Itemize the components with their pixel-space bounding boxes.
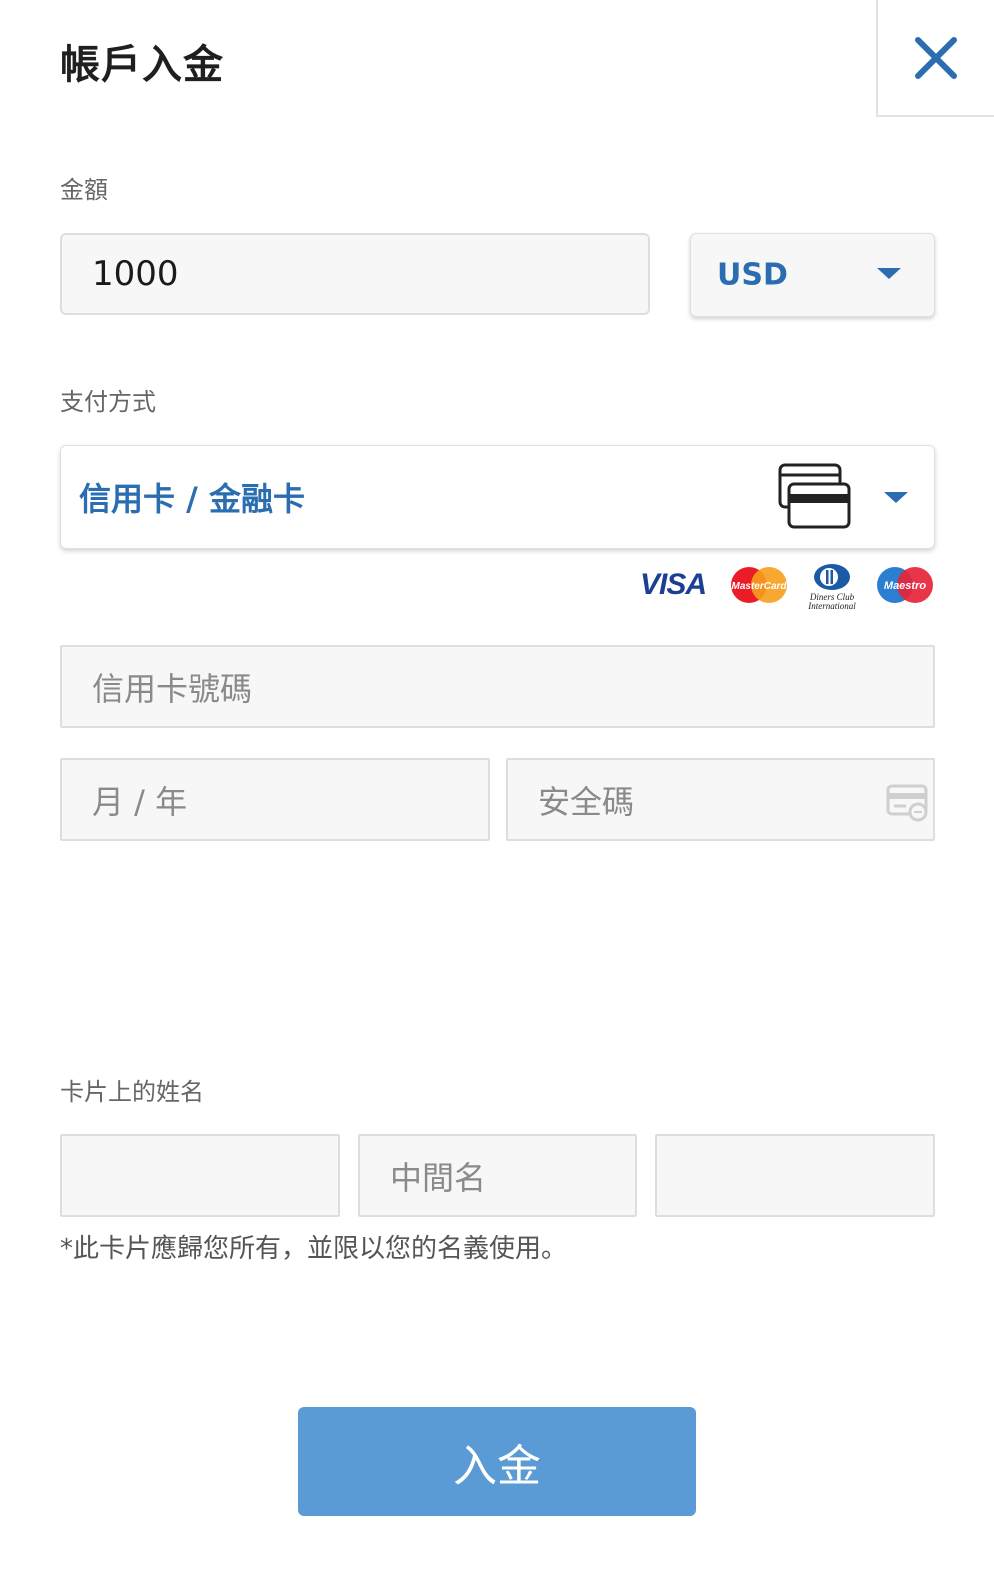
amount-input[interactable]: 1000 xyxy=(60,233,650,315)
amount-value: 1000 xyxy=(92,254,179,294)
name-on-card-label: 卡片上的姓名 xyxy=(60,1078,204,1106)
payment-method-label: 支付方式 xyxy=(60,388,156,416)
middle-name-placeholder: 中間名 xyxy=(390,1158,487,1197)
page-title: 帳戶入金 xyxy=(60,42,224,88)
svg-text:International: International xyxy=(807,601,856,611)
close-icon xyxy=(915,36,957,79)
maestro-text: Maestro xyxy=(884,580,926,592)
cvv-input[interactable]: 安全碼 xyxy=(506,758,935,841)
mastercard-logo: MasterCard xyxy=(731,567,787,603)
expiry-placeholder: 月 / 年 xyxy=(92,782,188,821)
currency-select[interactable]: USD xyxy=(690,233,935,317)
first-name-input[interactable] xyxy=(60,1134,340,1217)
mastercard-text: MasterCard xyxy=(731,581,787,592)
visa-logo: VISA xyxy=(640,568,707,601)
payment-method-select[interactable]: 信用卡 / 金融卡 xyxy=(60,445,935,549)
maestro-logo: Maestro xyxy=(877,567,933,603)
deposit-button[interactable]: 入金 xyxy=(298,1407,696,1516)
payment-method-value: 信用卡 / 金融卡 xyxy=(79,480,305,518)
card-security-icon xyxy=(886,784,928,822)
credit-card-icon xyxy=(778,463,851,529)
cvv-placeholder: 安全碼 xyxy=(538,782,635,821)
card-ownership-note: *此卡片應歸您所有，並限以您的名義使用。 xyxy=(60,1234,568,1264)
chevron-down-icon xyxy=(877,268,901,279)
middle-name-input[interactable]: 中間名 xyxy=(358,1134,637,1217)
deposit-button-label: 入金 xyxy=(453,1440,541,1492)
chevron-down-icon xyxy=(884,492,908,503)
diners-club-logo: Diners Club International xyxy=(807,564,856,611)
close-button[interactable] xyxy=(876,0,994,117)
last-name-input[interactable] xyxy=(655,1134,935,1217)
amount-label: 金額 xyxy=(60,176,108,204)
expiry-input[interactable]: 月 / 年 xyxy=(60,758,490,841)
card-number-input[interactable]: 信用卡號碼 xyxy=(60,645,935,728)
card-number-placeholder: 信用卡號碼 xyxy=(92,669,253,708)
currency-value: USD xyxy=(717,257,788,293)
